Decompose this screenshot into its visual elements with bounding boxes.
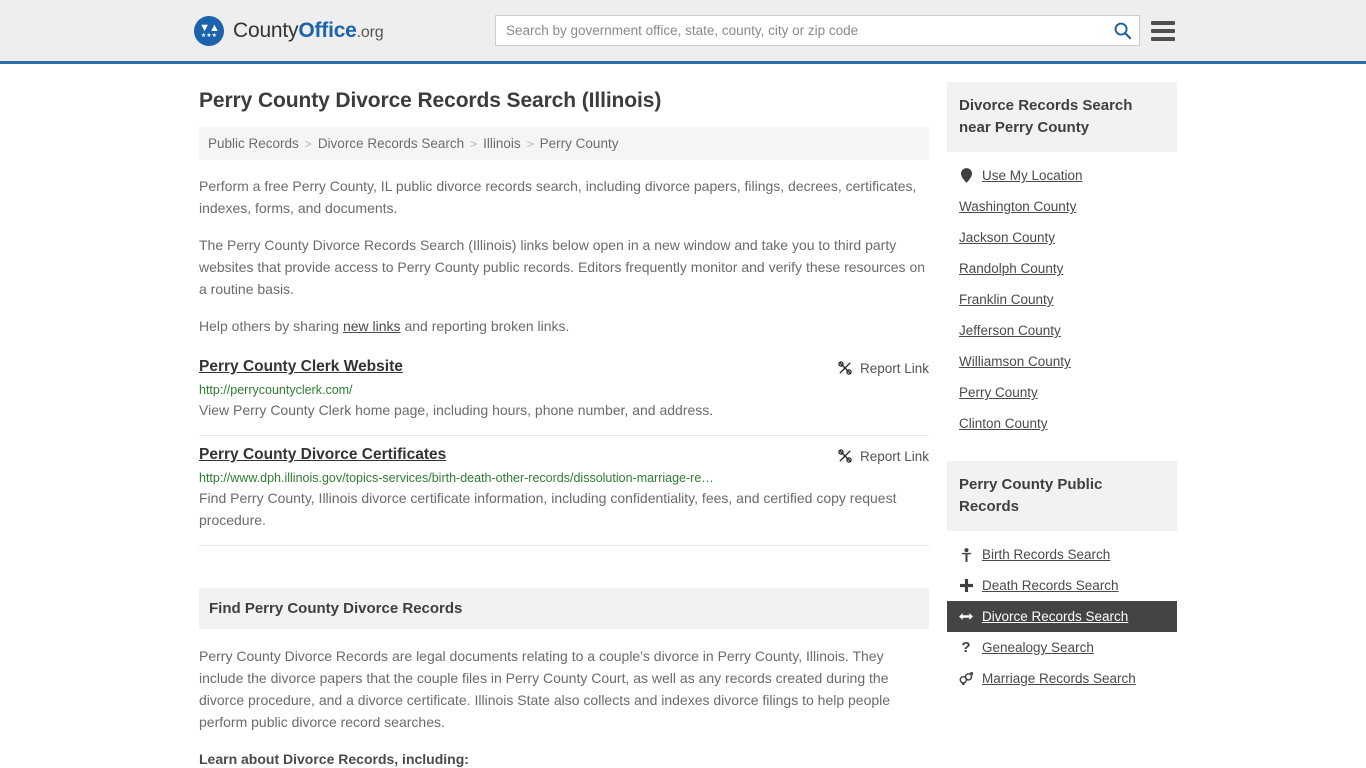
new-links-link[interactable]: new links — [343, 318, 401, 334]
sidebar-item-label[interactable]: Franklin County — [959, 292, 1054, 307]
sidebar-item-label[interactable]: Williamson County — [959, 354, 1071, 369]
sidebar-item-death-records-search[interactable]: Death Records Search — [947, 570, 1177, 601]
report-link-label: Report Link — [859, 448, 929, 464]
brand-prefix: County — [233, 18, 299, 42]
search-button[interactable] — [1105, 16, 1139, 45]
stars-icon: ★★★ — [200, 33, 218, 39]
result-url: http://www.dph.illinois.gov/topics-servi… — [199, 471, 714, 485]
section-subheading: Learn about Divorce Records, including: — [199, 751, 469, 767]
share-text-before: Help others by sharing — [199, 318, 343, 334]
sidebar-item-label[interactable]: Use My Location — [982, 168, 1083, 183]
result-description: Find Perry County, Illinois divorce cert… — [199, 490, 897, 528]
report-link-label: Report Link — [859, 360, 929, 376]
sidebar-item-marriage-records-search[interactable]: Marriage Records Search — [947, 663, 1177, 694]
sidebar-item-clinton-county[interactable]: Clinton County — [947, 408, 1177, 439]
site-header: ▼▲ ★★★ CountyOffice.org — [0, 0, 1366, 64]
sidebar-item-label[interactable]: Divorce Records Search — [982, 609, 1128, 624]
sidebar-item-jackson-county[interactable]: Jackson County — [947, 222, 1177, 253]
sidebar-item-washington-county[interactable]: Washington County — [947, 191, 1177, 222]
sidebar-item-label[interactable]: Birth Records Search — [982, 547, 1110, 562]
brand-wordmark: CountyOffice.org — [233, 18, 384, 43]
sidebar-item-franklin-county[interactable]: Franklin County — [947, 284, 1177, 315]
breadcrumb-separator: > — [470, 136, 478, 151]
sidebar-item-randolph-county[interactable]: Randolph County — [947, 253, 1177, 284]
page-body: Perry County Divorce Records Search (Ill… — [0, 64, 1366, 768]
baby-icon — [959, 547, 973, 562]
hamburger-bar — [1151, 28, 1175, 33]
search-bar[interactable] — [495, 15, 1140, 46]
public-records-heading: Perry County Public Records — [947, 461, 1177, 531]
intro-paragraph-3: Help others by sharing new links and rep… — [199, 315, 929, 337]
page-title: Perry County Divorce Records Search (Ill… — [199, 89, 662, 112]
search-input[interactable] — [496, 16, 1105, 45]
nearby-searches-list: Use My Location Washington County Jackso… — [947, 152, 1177, 439]
sidebar-item-label[interactable]: Washington County — [959, 199, 1076, 214]
hamburger-bar — [1151, 20, 1175, 25]
sidebar-item-genealogy-search[interactable]: ? Genealogy Search — [947, 632, 1177, 663]
result-item: Perry County Divorce Certificates Report… — [199, 440, 929, 546]
sidebar-item-birth-records-search[interactable]: Birth Records Search — [947, 539, 1177, 570]
sidebar-item-divorce-records-search[interactable]: Divorce Records Search — [947, 601, 1177, 632]
site-logo[interactable]: ▼▲ ★★★ CountyOffice.org — [194, 15, 384, 46]
breadcrumb: Public Records > Divorce Records Search … — [199, 127, 929, 160]
sidebar-item-use-my-location[interactable]: Use My Location — [947, 160, 1177, 191]
broken-link-icon — [838, 449, 852, 463]
sidebar-item-label[interactable]: Randolph County — [959, 261, 1063, 276]
male-female-symbol-icon — [959, 672, 973, 685]
breadcrumb-separator: > — [526, 136, 534, 151]
result-item: Perry County Clerk Website Report Link h… — [199, 352, 929, 436]
section-paragraph: Perry County Divorce Records are legal d… — [199, 648, 891, 730]
cross-icon — [959, 579, 973, 592]
breadcrumb-separator: > — [304, 136, 312, 151]
sidebar-item-williamson-county[interactable]: Williamson County — [947, 346, 1177, 377]
broken-link-icon — [838, 361, 852, 375]
sidebar-item-jefferson-county[interactable]: Jefferson County — [947, 315, 1177, 346]
main-content: Perry County Divorce Records Search (Ill… — [199, 64, 929, 768]
county-office-emblem-icon: ▼▲ ★★★ — [194, 15, 224, 46]
section-body: Perry County Divorce Records are legal d… — [199, 629, 929, 768]
result-url: http://perrycountyclerk.com/ — [199, 383, 353, 397]
sidebar-item-label[interactable]: Jackson County — [959, 230, 1055, 245]
breadcrumb-item-perry-county: Perry County — [539, 136, 619, 151]
intro-paragraph-2: The Perry County Divorce Records Search … — [199, 237, 926, 297]
report-link-button[interactable]: Report Link — [837, 360, 929, 376]
breadcrumb-item-illinois[interactable]: Illinois — [483, 136, 521, 151]
public-records-card: Perry County Public Records Birth Record… — [947, 461, 1177, 694]
hamburger-menu-icon[interactable] — [1151, 20, 1175, 41]
nearby-searches-heading: Divorce Records Search near Perry County — [947, 82, 1177, 152]
hamburger-bar — [1151, 36, 1175, 41]
brand-bold: Office — [298, 18, 357, 42]
left-right-arrow-icon — [959, 611, 973, 622]
section-heading: Find Perry County Divorce Records — [199, 588, 929, 629]
brand-suffix: .org — [356, 23, 384, 41]
question-mark-icon: ? — [961, 639, 971, 656]
breadcrumb-item-divorce-records-search[interactable]: Divorce Records Search — [318, 136, 464, 151]
nearby-searches-card: Divorce Records Search near Perry County… — [947, 82, 1177, 439]
sidebar-item-label[interactable]: Perry County — [959, 385, 1038, 400]
sidebar: Divorce Records Search near Perry County… — [947, 64, 1177, 716]
sidebar-item-label[interactable]: Death Records Search — [982, 578, 1119, 593]
result-title-link[interactable]: Perry County Divorce Certificates — [199, 446, 446, 464]
sidebar-item-label[interactable]: Clinton County — [959, 416, 1048, 431]
sidebar-item-label[interactable]: Marriage Records Search — [982, 671, 1136, 686]
intro-paragraph-1: Perform a free Perry County, IL public d… — [199, 178, 917, 216]
search-icon — [1114, 22, 1131, 40]
result-title-link[interactable]: Perry County Clerk Website — [199, 358, 403, 376]
breadcrumb-item-public-records[interactable]: Public Records — [208, 136, 299, 151]
result-description: View Perry County Clerk home page, inclu… — [199, 402, 714, 418]
share-text-after: and reporting broken links. — [400, 318, 570, 334]
public-records-list: Birth Records Search Death Records Searc… — [947, 531, 1177, 694]
sidebar-item-label[interactable]: Genealogy Search — [982, 640, 1094, 655]
map-pin-icon — [959, 168, 973, 183]
sidebar-item-perry-county[interactable]: Perry County — [947, 377, 1177, 408]
report-link-button[interactable]: Report Link — [837, 448, 929, 464]
eagle-icon: ▼▲ — [199, 22, 220, 34]
sidebar-item-label[interactable]: Jefferson County — [959, 323, 1061, 338]
